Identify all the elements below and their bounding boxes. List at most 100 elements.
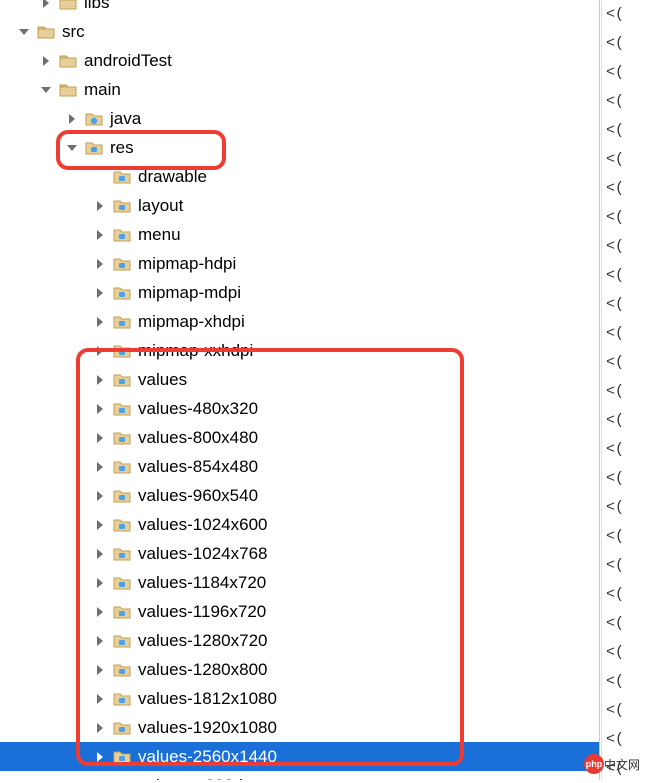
folder-res-icon [112, 631, 132, 651]
tree-label: mipmap-xhdpi [138, 307, 245, 336]
tree-label: mipmap-hdpi [138, 249, 236, 278]
code-line: <( [602, 638, 646, 667]
chevron-right-icon[interactable] [92, 256, 108, 272]
tree-row-values-1280x800[interactable]: values-1280x800 [0, 655, 599, 684]
chevron-right-icon[interactable] [92, 430, 108, 446]
chevron-right-icon[interactable] [92, 604, 108, 620]
watermark-badge: php [584, 754, 604, 774]
chevron-right-icon[interactable] [64, 111, 80, 127]
tree-row-mipmap-xhdpi[interactable]: mipmap-xhdpi [0, 307, 599, 336]
tree-label: androidTest [84, 46, 172, 75]
folder-res-icon [112, 312, 132, 332]
tree-row-values-2560x1440[interactable]: values-2560x1440 [0, 742, 599, 771]
chevron-right-icon[interactable] [92, 372, 108, 388]
chevron-down-icon[interactable] [16, 24, 32, 40]
tree-row-values-1024x600[interactable]: values-1024x600 [0, 510, 599, 539]
folder-res-icon [112, 167, 132, 187]
project-tree-panel: libs src androidTest main java res drawa… [0, 0, 600, 780]
folder-res-icon [112, 457, 132, 477]
code-line: <( [602, 725, 646, 754]
code-line: <( [602, 145, 646, 174]
chevron-right-icon[interactable] [92, 633, 108, 649]
chevron-right-icon[interactable] [92, 198, 108, 214]
tree-row-values-854x480[interactable]: values-854x480 [0, 452, 599, 481]
tree-row-values-1184x720[interactable]: values-1184x720 [0, 568, 599, 597]
folder-res-icon [112, 689, 132, 709]
tree-label: values-1024x768 [138, 539, 267, 568]
arrow-spacer [92, 169, 108, 185]
tree-row-src[interactable]: src [0, 17, 599, 46]
tree-label: values-1280x800 [138, 655, 267, 684]
tree-row-values-1920x1080[interactable]: values-1920x1080 [0, 713, 599, 742]
code-line: <( [602, 580, 646, 609]
chevron-right-icon[interactable] [92, 343, 108, 359]
tree-row-layout[interactable]: layout [0, 191, 599, 220]
chevron-right-icon[interactable] [92, 401, 108, 417]
tree-row-res[interactable]: res [0, 133, 599, 162]
watermark-text: 中文网 [604, 756, 640, 773]
folder-res-icon [112, 225, 132, 245]
chevron-right-icon[interactable] [92, 459, 108, 475]
code-line: <( [602, 319, 646, 348]
tree-row-values-1812x1080[interactable]: values-1812x1080 [0, 684, 599, 713]
chevron-right-icon[interactable] [92, 691, 108, 707]
tree-row-main[interactable]: main [0, 75, 599, 104]
folder-res-icon [112, 486, 132, 506]
chevron-right-icon[interactable] [92, 227, 108, 243]
chevron-right-icon[interactable] [92, 662, 108, 678]
tree-row-values-1024x768[interactable]: values-1024x768 [0, 539, 599, 568]
folder-res-icon [84, 138, 104, 158]
tree-row-mipmap-mdpi[interactable]: mipmap-mdpi [0, 278, 599, 307]
code-line: <( [602, 203, 646, 232]
tree-label: values-1196x720 [138, 597, 266, 626]
chevron-right-icon[interactable] [92, 314, 108, 330]
chevron-right-icon[interactable] [38, 0, 54, 11]
folder-res-icon [112, 602, 132, 622]
code-line: <( [602, 174, 646, 203]
chevron-right-icon[interactable] [92, 749, 108, 765]
folder-res-icon [112, 428, 132, 448]
tree-row-androidtest[interactable]: androidTest [0, 46, 599, 75]
code-line: <( [602, 667, 646, 696]
folder-icon [58, 51, 78, 71]
code-line: <( [602, 29, 646, 58]
tree-row-values-480x320[interactable]: values-480x320 [0, 394, 599, 423]
tree-label: values-1920x1080 [138, 713, 277, 742]
folder-res-icon [112, 283, 132, 303]
code-line: <( [602, 87, 646, 116]
chevron-right-icon[interactable] [92, 546, 108, 562]
tree-label: values-2560x1440 [138, 742, 277, 771]
tree-row-values-1196x720[interactable]: values-1196x720 [0, 597, 599, 626]
chevron-right-icon[interactable] [92, 285, 108, 301]
tree-row-mipmap-hdpi[interactable]: mipmap-hdpi [0, 249, 599, 278]
code-line: <( [602, 290, 646, 319]
folder-res-icon [112, 399, 132, 419]
tree-row-values-960x540[interactable]: values-960x540 [0, 481, 599, 510]
tree-label: layout [138, 191, 183, 220]
tree-row-drawable[interactable]: drawable [0, 162, 599, 191]
tree-label: values-800x480 [138, 423, 258, 452]
tree-row-libs[interactable]: libs [0, 0, 599, 17]
folder-res-icon [112, 370, 132, 390]
chevron-right-icon[interactable] [92, 720, 108, 736]
tree-row-values-800x480[interactable]: values-800x480 [0, 423, 599, 452]
tree-row-values-1280x720[interactable]: values-1280x720 [0, 626, 599, 655]
code-line: <( [602, 406, 646, 435]
chevron-right-icon[interactable] [92, 575, 108, 591]
tree-row-menu[interactable]: menu [0, 220, 599, 249]
tree-label: main [84, 75, 121, 104]
chevron-right-icon[interactable] [38, 53, 54, 69]
folder-res-icon [112, 776, 132, 781]
chevron-down-icon[interactable] [64, 140, 80, 156]
tree-row-values[interactable]: values [0, 365, 599, 394]
tree-row-java[interactable]: java [0, 104, 599, 133]
code-line: <( [602, 493, 646, 522]
tree-label: java [110, 104, 141, 133]
chevron-down-icon[interactable] [38, 82, 54, 98]
chevron-right-icon[interactable] [92, 517, 108, 533]
chevron-right-icon[interactable] [92, 488, 108, 504]
tree-row-mipmap-xxhdpi[interactable]: mipmap-xxhdpi [0, 336, 599, 365]
code-line: <( [602, 435, 646, 464]
tree-row-values-w820dp[interactable]: values-w820dp [0, 771, 599, 780]
code-line: <( [602, 0, 646, 29]
